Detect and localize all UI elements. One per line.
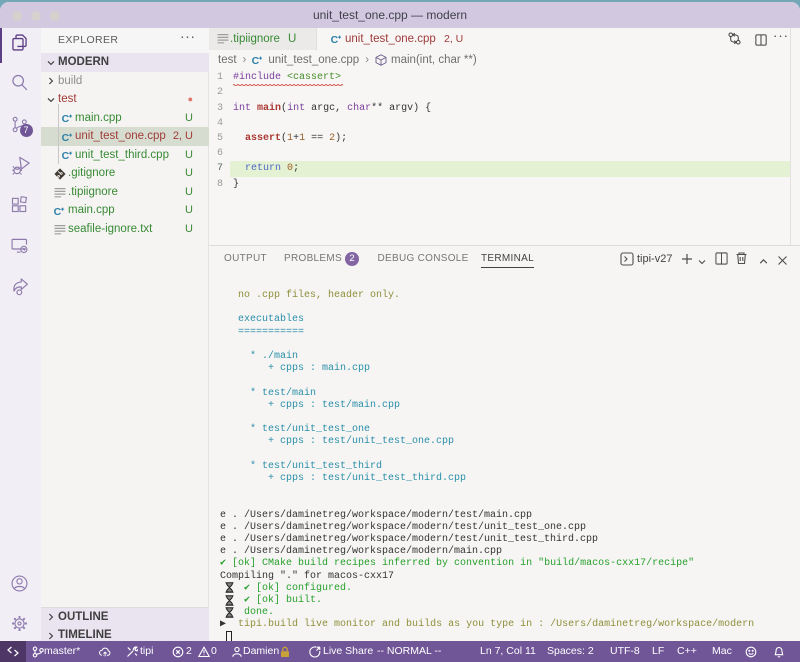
- svg-text:C: C: [252, 55, 260, 66]
- svg-text:C: C: [331, 34, 339, 45]
- svg-text:C: C: [62, 150, 70, 161]
- svg-text:C: C: [62, 113, 70, 124]
- svg-text:C: C: [54, 205, 62, 216]
- svg-text:C: C: [62, 131, 70, 142]
